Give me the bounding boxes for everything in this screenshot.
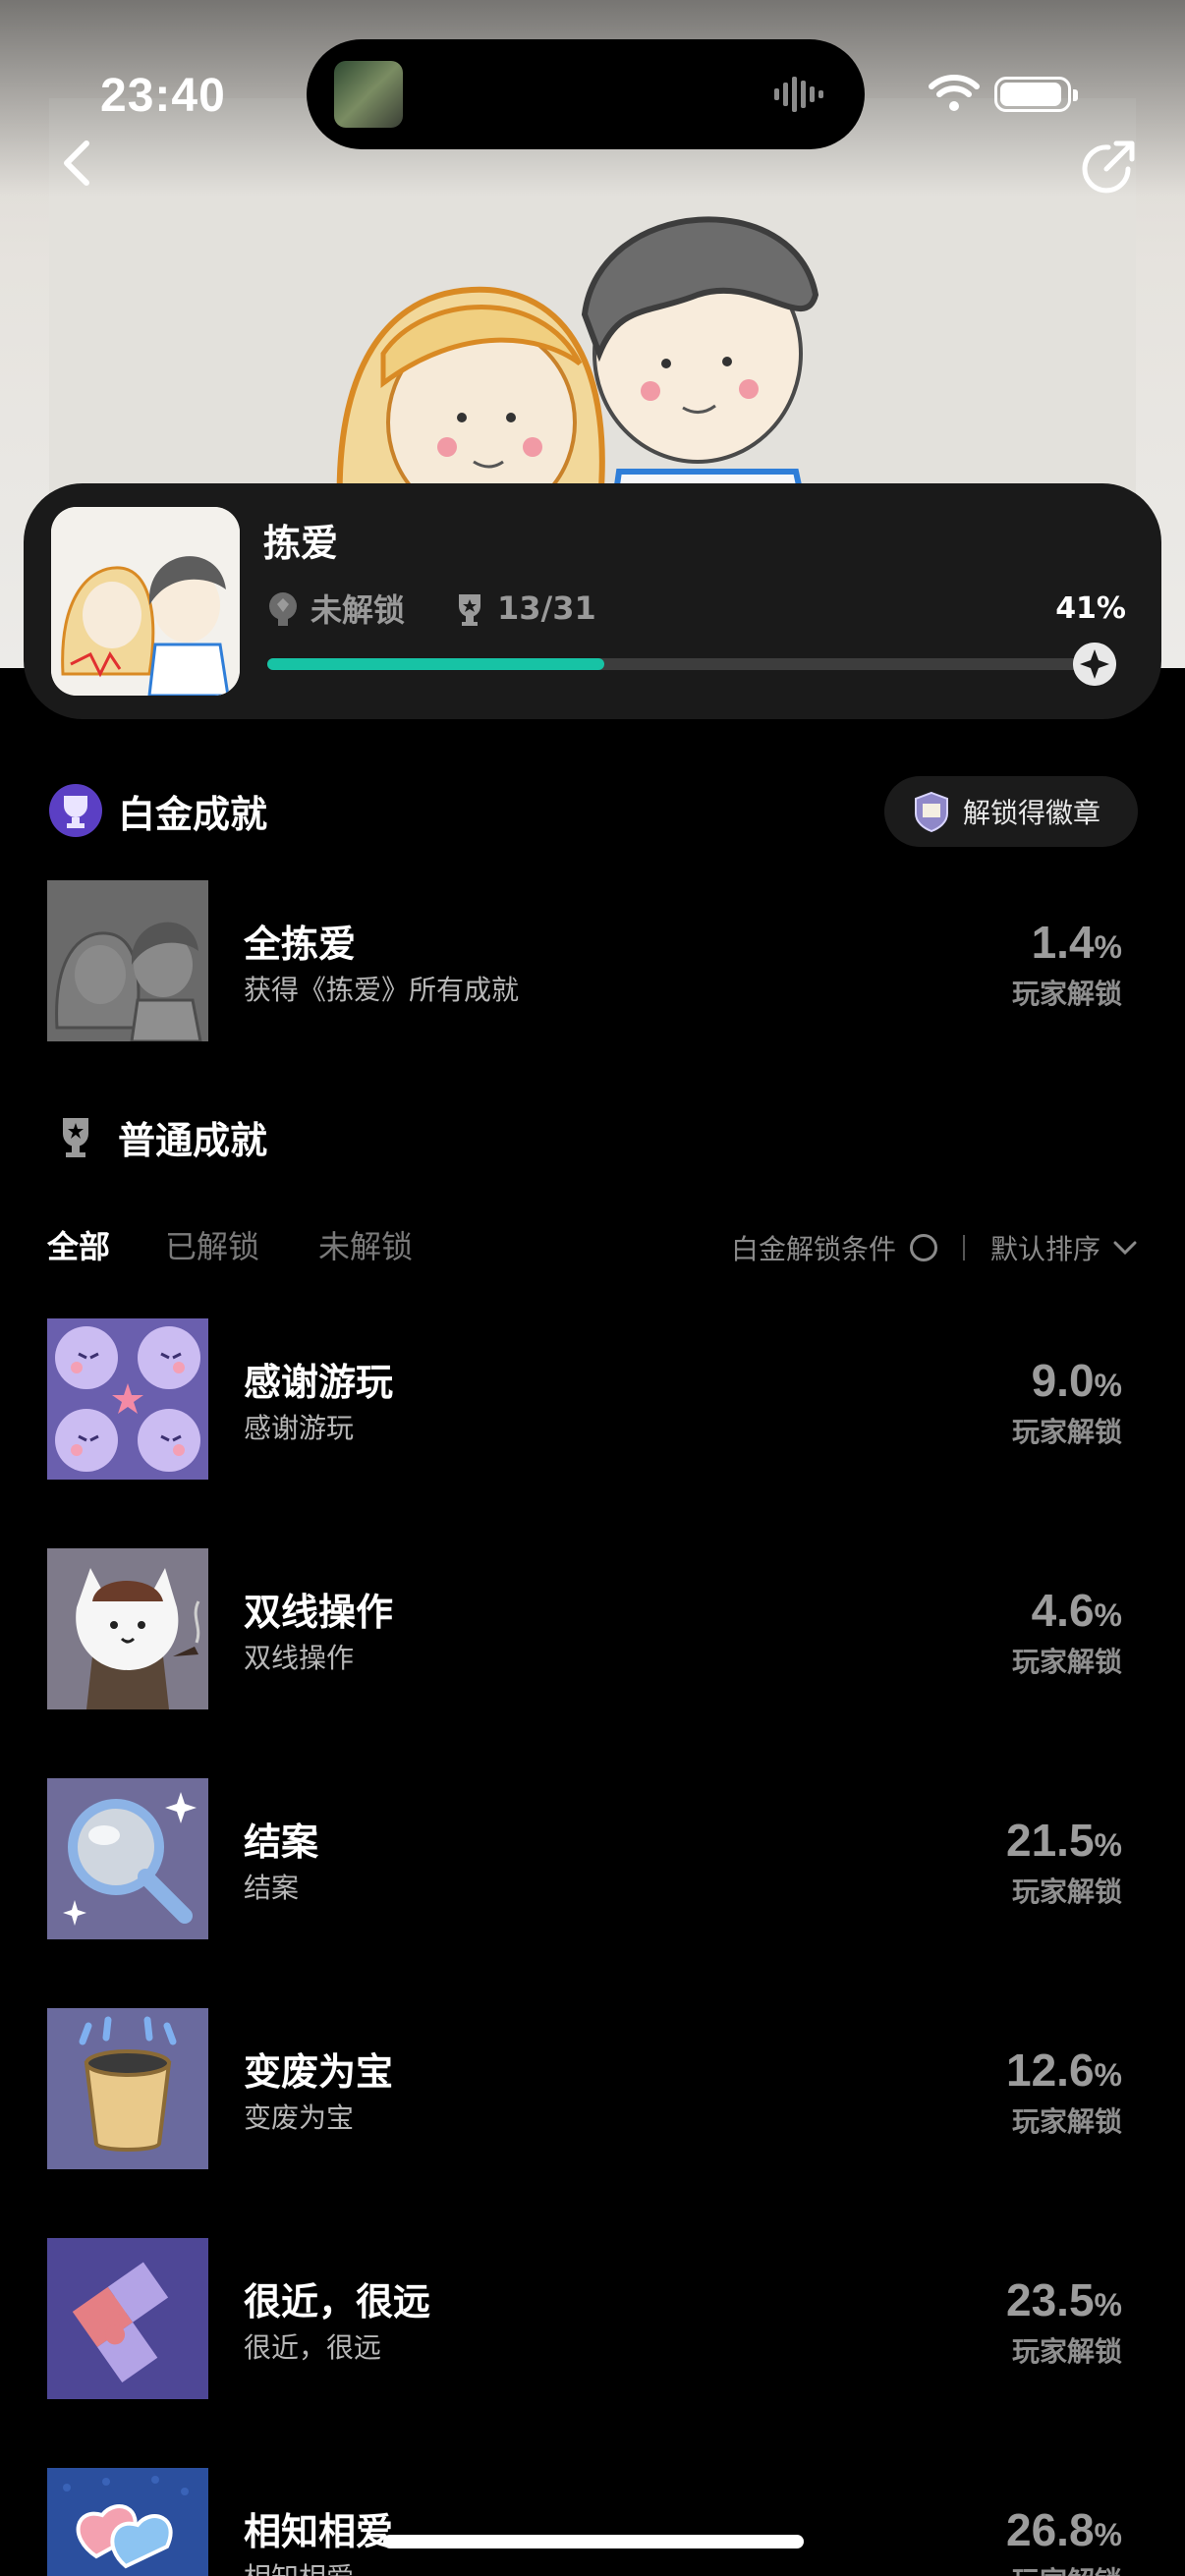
achievement-description: 很近，很远 <box>244 2331 382 2364</box>
achievement-description: 获得《拣爱》所有成就 <box>244 974 520 1006</box>
achievement-description: 相知相爱 <box>244 2556 354 2576</box>
filter-controls: 白金解锁条件 默认排序 <box>731 1228 1138 1267</box>
platinum-achievement-thumbnail <box>47 880 208 1041</box>
achievement-unlock-rate: 21.5% <box>1006 1815 1122 1866</box>
progress-fill <box>267 658 604 670</box>
achievement-title: 相知相爱 <box>244 2510 394 2553</box>
filter-bar: 全部 已解锁 未解锁 白金解锁条件 默认排序 <box>47 1216 1138 1275</box>
magnifier-icon <box>47 1778 208 1939</box>
achievement-unlock-rate: 9.0% <box>1031 1355 1122 1406</box>
puzzle-icon <box>47 2238 208 2399</box>
now-playing-thumbnail <box>334 61 403 128</box>
normal-section-header: 普通成就 <box>47 1108 267 1165</box>
achievement-unlock-rate: 26.8% <box>1006 2504 1122 2555</box>
achievement-description: 结案 <box>244 1872 300 1904</box>
trophy-count: 13/31 <box>497 589 596 627</box>
platinum-cup-icon <box>49 784 102 837</box>
achievement-title: 很近，很远 <box>244 2280 431 2324</box>
tab-locked[interactable]: 未解锁 <box>318 1222 413 1267</box>
achievement-title: 结案 <box>244 1820 319 1864</box>
progress-percent: 41% <box>1055 591 1126 626</box>
tab-all[interactable]: 全部 <box>47 1222 110 1267</box>
trophy-icon <box>63 1118 88 1157</box>
achievement-unlock-rate: 1.4% <box>1031 917 1122 968</box>
audio-wave-icon <box>774 77 823 112</box>
achievement-title: 全拣爱 <box>244 923 357 966</box>
thanks-icon <box>47 1318 208 1480</box>
hearts-icon <box>47 2468 208 2576</box>
dynamic-island[interactable] <box>307 39 865 149</box>
unlock-rate-label: 玩家解锁 <box>1011 2105 1122 2138</box>
platinum-condition-toggle[interactable]: 白金解锁条件 <box>731 1228 896 1267</box>
platinum-star-icon <box>1073 643 1116 686</box>
achievement-description: 变废为宝 <box>244 2101 355 2134</box>
condition-radio[interactable] <box>909 1234 937 1261</box>
list-item[interactable]: 很近，很远 很近，很远 23.5% 玩家解锁 <box>47 2238 1138 2399</box>
achievement-description: 双线操作 <box>244 1642 355 1674</box>
platinum-trophy-icon <box>269 592 297 626</box>
detective-cat-icon <box>47 1548 208 1709</box>
achievement-title: 变废为宝 <box>244 2050 394 2094</box>
battery-icon <box>994 77 1078 112</box>
game-meta: 未解锁 13/31 <box>263 586 596 631</box>
home-indicator[interactable] <box>383 2535 804 2548</box>
wifi-icon <box>929 75 980 111</box>
back-icon[interactable] <box>49 134 108 193</box>
game-summary-card: 拣爱 未解锁 13/31 41% <box>24 483 1161 719</box>
list-item[interactable]: 感谢游玩 感谢游玩 9.0% 玩家解锁 <box>47 1318 1138 1480</box>
progress-bar <box>267 658 1089 670</box>
unlock-badge-button[interactable]: 解锁得徽章 <box>884 776 1138 847</box>
divider <box>962 1235 965 1260</box>
unlock-badge-label: 解锁得徽章 <box>963 797 1101 829</box>
list-item[interactable]: 变废为宝 变废为宝 12.6% 玩家解锁 <box>47 2008 1138 2169</box>
unlock-rate-label: 玩家解锁 <box>1011 2335 1122 2368</box>
platinum-achievement[interactable]: 全拣爱 获得《拣爱》所有成就 1.4% 玩家解锁 <box>47 880 1138 1041</box>
unlock-rate-label: 玩家解锁 <box>1011 1416 1122 1448</box>
cup-icon <box>47 2008 208 2169</box>
platinum-heading: 白金成就 <box>118 792 268 836</box>
achievement-description: 感谢游玩 <box>244 1412 355 1444</box>
sort-dropdown[interactable]: 默认排序 <box>990 1228 1100 1267</box>
tab-unlocked[interactable]: 已解锁 <box>165 1222 259 1267</box>
game-cover <box>51 507 240 696</box>
achievement-unlock-rate: 4.6% <box>1031 1585 1122 1636</box>
badge-icon <box>915 791 948 833</box>
unlock-rate-label: 玩家解锁 <box>1011 1646 1122 1678</box>
normal-heading: 普通成就 <box>118 1118 268 1162</box>
unlock-rate-label: 玩家解锁 <box>1012 2560 1122 2576</box>
list-item[interactable]: 双线操作 双线操作 4.6% 玩家解锁 <box>47 1548 1138 1709</box>
achievement-title: 双线操作 <box>244 1591 394 1634</box>
chevron-down-icon[interactable] <box>1112 1239 1138 1257</box>
unlock-rate-label: 玩家解锁 <box>1011 1876 1122 1908</box>
trophy-icon <box>459 594 481 626</box>
game-title: 拣爱 <box>263 522 339 565</box>
achievement-unlock-rate: 12.6% <box>1006 2044 1122 2096</box>
list-item[interactable]: 结案 结案 21.5% 玩家解锁 <box>47 1778 1138 1939</box>
achievement-unlock-rate: 23.5% <box>1006 2274 1122 2325</box>
achievement-title: 感谢游玩 <box>244 1361 394 1404</box>
status-time: 23:40 <box>100 70 226 122</box>
lock-status: 未解锁 <box>310 591 406 629</box>
list-item[interactable]: 相知相爱 相知相爱 26.8% 玩家解锁 <box>47 2468 1138 2576</box>
platinum-section-header: 白金成就 <box>47 782 267 839</box>
unlock-rate-label: 玩家解锁 <box>1011 978 1122 1010</box>
share-icon[interactable] <box>1073 134 1142 202</box>
